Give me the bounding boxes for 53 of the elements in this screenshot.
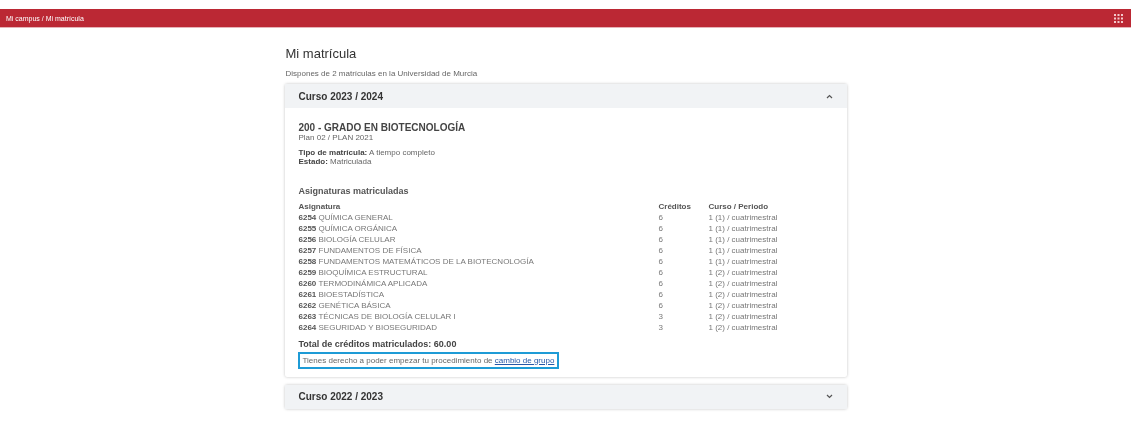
table-cell-text: 6259 BIOQUÍMICA ESTRUCTURAL [298, 268, 429, 278]
table-cell-text: 6 [658, 213, 664, 223]
table-cell-text: 6 [658, 268, 664, 278]
column-header: Curso / Periodo [708, 202, 770, 212]
table-cell-text: 6261 BIOESTADÍSTICA [298, 290, 386, 300]
apps-grid-icon[interactable] [1114, 13, 1123, 23]
table-cell-text: 1 (2) / cuatrimestral [708, 290, 779, 300]
table-cell-text: 6 [658, 290, 664, 300]
table-cell-text: 1 (1) / cuatrimestral [708, 213, 779, 223]
table-cell-text: 1 (2) / cuatrimestral [708, 268, 779, 278]
table-cell-text: 6262 GENÉTICA BÁSICA [298, 301, 392, 311]
table-cell-text: 6 [658, 224, 664, 234]
table-cell-text: 1 (1) / cuatrimestral [708, 224, 779, 234]
info-line: Tipo de matrícula: A tiempo completo [298, 148, 436, 157]
chevron-up-icon[interactable] [825, 93, 833, 99]
degree-title: 200 - GRADO EN BIOTECNOLOGÍA [298, 122, 467, 133]
table-cell-text: 6255 QUÍMICA ORGÁNICA [298, 224, 399, 234]
table-cell-text: 6254 QUÍMICA GENERAL [298, 213, 394, 223]
panel-header[interactable]: Curso 2023 / 2024 [284, 84, 847, 108]
panel-header[interactable]: Curso 2022 / 2023 [284, 384, 847, 409]
notice-text: Tienes derecho a poder empezar tu procedimiento de cambio de grupo [297, 351, 560, 369]
table-cell-text: 6264 SEGURIDAD Y BIOSEGURIDAD [298, 323, 438, 333]
table-cell-text: 6 [658, 246, 664, 256]
table-cell-text: 1 (2) / cuatrimestral [708, 312, 779, 322]
page-title: Mi matrícula [285, 46, 358, 61]
course-title: Curso 2023 / 2024 [298, 90, 383, 102]
column-header: Asignatura [298, 202, 342, 212]
table-cell-text: 6258 FUNDAMENTOS MATEMÁTICOS DE LA BIOTECNOLOGÍA [298, 257, 535, 267]
chevron-down-icon[interactable] [825, 394, 833, 399]
table-cell-text: 6 [658, 279, 664, 289]
table-cell-text: 6263 TÉCNICAS DE BIOLOGÍA CELULAR I [298, 312, 457, 322]
table-cell-text: 1 (1) / cuatrimestral [708, 246, 779, 256]
section-title: Asignaturas matriculadas [298, 186, 410, 196]
total-credits: Total de créditos matriculados: 60.00 [298, 338, 458, 349]
table-cell-text: 6260 TERMODINÁMICA APLICADA [298, 279, 429, 289]
table-cell-text: 6257 FUNDAMENTOS DE FÍSICA [298, 246, 423, 256]
table-cell-text: 3 [658, 312, 664, 322]
plan-text: Plan 02 / PLAN 2021 [298, 133, 375, 142]
table-cell-text: 6 [658, 257, 664, 267]
table-cell-text: 1 (2) / cuatrimestral [708, 323, 779, 333]
table-cell-text: 6 [658, 235, 664, 245]
table-cell-text: 1 (1) / cuatrimestral [708, 235, 779, 245]
info-line: Estado: Matriculada [298, 157, 373, 166]
course-title: Curso 2022 / 2023 [298, 391, 383, 402]
table-cell-text: 3 [658, 323, 664, 333]
column-header: Créditos [658, 202, 692, 212]
table-cell-text: 1 (2) / cuatrimestral [708, 301, 779, 311]
table-cell-text: 1 (2) / cuatrimestral [708, 279, 779, 289]
group-change-link[interactable]: cambio de grupo [494, 355, 555, 365]
table-cell-text: 6256 BIOLOGÍA CELULAR [298, 235, 397, 245]
table-cell-text: 1 (1) / cuatrimestral [708, 257, 779, 267]
subtitle: Dispones de 2 matrículas en la Universidad de Murcia [285, 69, 479, 78]
table-cell-text: 6 [658, 301, 664, 311]
